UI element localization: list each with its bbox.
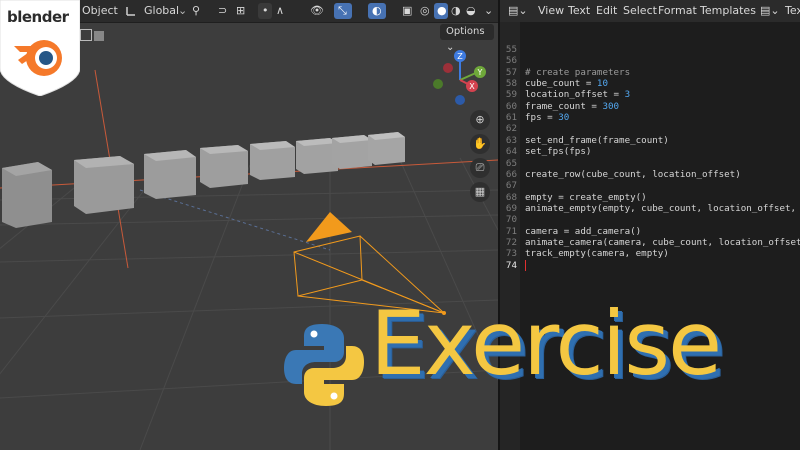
line-number: 74 — [505, 259, 517, 271]
code-text: location_offset = 3 — [525, 89, 631, 101]
line-number: 70 — [505, 214, 517, 226]
gizmo-icon: ⤡ — [338, 4, 347, 17]
line-number: 58 — [505, 78, 517, 90]
options-label: Options — [446, 26, 485, 37]
rendered-shading-icon[interactable]: ◒ — [466, 0, 476, 22]
gizmo-neg-x — [443, 63, 453, 73]
svg-text:Z: Z — [457, 52, 463, 61]
material-shading-icon[interactable]: ◑ — [451, 0, 461, 22]
menu-format[interactable]: Format — [658, 0, 697, 22]
menu-text[interactable]: Text — [568, 0, 590, 22]
line-number: 65 — [505, 157, 517, 169]
logo-text: blender — [7, 8, 69, 26]
xray-icon[interactable]: ▣ — [402, 0, 412, 22]
select-mode-icons[interactable] — [80, 26, 106, 41]
code-text: fps = 30 — [525, 112, 570, 124]
text-datablock-name[interactable]: Tex — [785, 0, 800, 22]
text-cursor — [525, 259, 526, 271]
camera-view-icon[interactable]: ⎚ — [470, 158, 490, 178]
menu-view[interactable]: View — [538, 0, 564, 22]
menu-edit[interactable]: Edit — [596, 0, 617, 22]
perspective-grid-icon[interactable]: ▦ — [470, 182, 490, 202]
snap-target-icon[interactable]: ⊞ — [236, 0, 245, 22]
python-logo — [284, 324, 364, 406]
gizmo-neg-z — [455, 95, 465, 105]
code-text: create_row(cube_count, location_offset) — [525, 168, 741, 180]
pivot-point-icon[interactable]: ⚲ — [192, 0, 200, 22]
camera-up-triangle — [306, 212, 352, 242]
shading-options-icon[interactable]: ⌄ — [484, 0, 493, 22]
line-number: 64 — [505, 146, 517, 158]
line-number: 68 — [505, 191, 517, 203]
options-button[interactable]: Options ⌄ — [440, 24, 494, 53]
gizmo-neg-y — [433, 79, 443, 89]
exercise-title: Exercise — [370, 292, 722, 395]
line-number: 63 — [505, 134, 517, 146]
code-text: frame_count = 300 — [525, 100, 620, 112]
code-text: empty = create_empty() — [525, 191, 647, 203]
snap-icon[interactable]: ⊃ — [218, 0, 227, 22]
blender-logo: blender — [0, 0, 80, 96]
code-text: set_end_frame(frame_count) — [525, 134, 669, 146]
menu-templates[interactable]: Templates — [700, 0, 756, 22]
visibility-icon[interactable]: 👁 — [310, 0, 324, 22]
chevron-down-icon: ⌄ — [178, 4, 188, 17]
menu-select[interactable]: Select — [623, 0, 657, 22]
line-number: 66 — [505, 168, 517, 180]
code-text: animate_camera(camera, cube_count, locat… — [525, 236, 800, 248]
editor-type-icon[interactable]: ▤⌄ — [508, 0, 528, 22]
line-number: 73 — [505, 248, 517, 260]
overlays-icon: ◐ — [372, 4, 382, 17]
svg-text:Y: Y — [477, 68, 483, 77]
text-editor-header: ▤⌄ View Text Edit Select Format Template… — [500, 0, 800, 22]
zoom-icon[interactable]: ⊕ — [470, 110, 490, 130]
svg-text:X: X — [469, 82, 475, 91]
code-text: camera = add_camera() — [525, 225, 642, 237]
transform-orientation-icon — [124, 0, 138, 22]
navigation-gizmo[interactable]: Z Y X — [428, 46, 498, 116]
line-number: 55 — [505, 44, 517, 55]
solid-shading-icon: ● — [437, 4, 447, 17]
wireframe-shading-icon[interactable]: ◎ — [420, 0, 430, 22]
text-datablock-icon[interactable]: ▤⌄ — [760, 0, 780, 22]
proportional-icon: • — [262, 4, 269, 17]
code-text: track_empty(camera, empty) — [525, 248, 669, 260]
line-number: 61 — [505, 112, 517, 124]
pan-hand-icon[interactable]: ✋ — [470, 134, 490, 154]
line-number: 56 — [505, 55, 517, 67]
orientation-dropdown[interactable]: Global — [144, 0, 179, 22]
code-text: set_fps(fps) — [525, 146, 592, 158]
line-number: 72 — [505, 236, 517, 248]
line-number: 69 — [505, 202, 517, 214]
line-number: 57 — [505, 66, 517, 78]
code-text: animate_empty(empty, cube_count, locatio… — [525, 202, 800, 214]
line-number: 67 — [505, 180, 517, 192]
line-number: 59 — [505, 89, 517, 101]
line-number: 60 — [505, 100, 517, 112]
object-menu[interactable]: Object — [82, 0, 118, 22]
cube-row — [2, 132, 405, 228]
line-number: 62 — [505, 123, 517, 135]
code-text: cube_count = 10 — [525, 78, 608, 90]
code-text: # create parameters — [525, 66, 631, 78]
line-number: 71 — [505, 225, 517, 237]
falloff-icon[interactable]: ∧ — [276, 0, 284, 22]
